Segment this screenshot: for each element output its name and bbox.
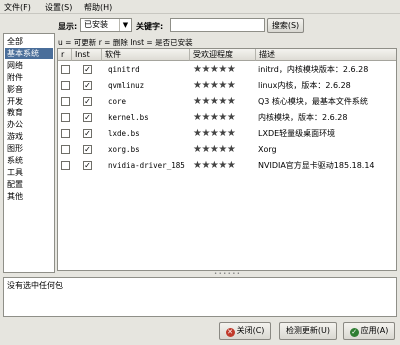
installed-checkbox[interactable]: ✓ (83, 145, 92, 154)
popularity-stars: ★★★★★ (193, 64, 236, 75)
filter-value: 已安装 (84, 20, 108, 29)
table-row[interactable]: ✓ core ★★★★★ Q3 核心模块，最基本文件系统 (58, 94, 396, 109)
installed-checkbox[interactable]: ✓ (83, 161, 92, 170)
category-item[interactable]: 工具 (5, 167, 53, 178)
category-item[interactable]: 系统 (5, 155, 53, 166)
package-description-cell: Q3 核心模块，最基本文件系统 (258, 97, 368, 106)
category-item[interactable]: 开发 (5, 96, 53, 107)
col-header-popularity[interactable]: 受欢迎程度 (190, 49, 256, 61)
popularity-stars: ★★★★★ (193, 128, 236, 139)
apply-icon: ✓ (349, 328, 359, 337)
category-item[interactable]: 影音 (5, 84, 53, 95)
installed-checkbox[interactable]: ✓ (83, 81, 92, 90)
apply-label: 应用(A) (360, 326, 389, 335)
package-name: kernel.bs (108, 113, 149, 122)
category-item[interactable]: 附件 (5, 72, 53, 83)
table-row[interactable]: ✓ qvmlinuz ★★★★★ linux内核，版本：2.6.28 (58, 78, 396, 93)
table-row[interactable]: ✓ kernel.bs ★★★★★ 内核模块，版本：2.6.28 (58, 110, 396, 125)
package-description-cell: Xorg (258, 145, 277, 154)
package-name: qinitrd (108, 65, 140, 74)
category-item[interactable]: 教育 (5, 107, 53, 118)
remove-checkbox[interactable] (61, 97, 70, 106)
remove-checkbox[interactable] (61, 81, 70, 90)
remove-checkbox[interactable] (61, 65, 70, 74)
show-label: 显示: (58, 22, 78, 31)
apply-button[interactable]: ✓ 应用(A) (343, 322, 395, 340)
table-row[interactable]: ✓ lxde.bs ★★★★★ LXDE轻量级桌面环境 (58, 126, 396, 141)
category-item[interactable]: 全部 (5, 36, 53, 47)
table-row[interactable]: ✓ qinitrd ★★★★★ initrd，内核模块版本：2.6.28 (58, 62, 396, 77)
package-name: lxde.bs (108, 129, 140, 138)
legend-text: u = 可更新 r = 删除 Inst = 是否已安装 (58, 38, 193, 47)
package-description-cell: LXDE轻量级桌面环境 (258, 129, 336, 138)
installed-checkbox[interactable]: ✓ (83, 97, 92, 106)
col-header-inst[interactable]: Inst (72, 49, 102, 61)
package-name: qvmlinuz (108, 81, 145, 90)
category-item[interactable]: 网络 (5, 60, 53, 71)
popularity-stars: ★★★★★ (193, 80, 236, 91)
remove-checkbox[interactable] (61, 145, 70, 154)
popularity-stars: ★★★★★ (193, 96, 236, 107)
installed-checkbox[interactable]: ✓ (83, 129, 92, 138)
menu-help[interactable]: 帮助(H) (84, 2, 112, 13)
package-table: r Inst 软件 受欢迎程度 描述 ✓ qinitrd ★★★★★ initrd，内… (57, 48, 397, 271)
table-row[interactable]: ✓ nvidia-driver_185 ★★★★★ NVIDIA官方显卡驱动185.1… (58, 158, 396, 173)
category-list: 全部 基本系统 网络 附件 影音 开发 教育 办公 游戏 图形 系统 工具 配置 其他 (3, 33, 55, 273)
popularity-stars: ★★★★★ (193, 144, 236, 155)
popularity-stars: ★★★★★ (193, 160, 236, 171)
search-button[interactable]: 搜索(S) (267, 18, 304, 33)
package-description-cell: initrd，内核模块版本：2.6.28 (258, 65, 369, 74)
filter-combo[interactable]: 已安装 ▼ (80, 18, 132, 32)
installed-checkbox[interactable]: ✓ (83, 113, 92, 122)
col-header-software[interactable]: 软件 (102, 49, 190, 61)
category-item[interactable]: 办公 (5, 119, 53, 130)
package-description: 没有选中任何包 (3, 277, 397, 317)
check-update-button[interactable]: 检测更新(U) (279, 322, 337, 340)
category-item[interactable]: 基本系统 (5, 47, 53, 59)
close-label: 关闭(C) (236, 326, 265, 335)
remove-checkbox[interactable] (61, 113, 70, 122)
package-name: xorg.bs (108, 145, 140, 154)
menu-settings[interactable]: 设置(S) (45, 2, 72, 13)
menu-file[interactable]: 文件(F) (4, 2, 31, 13)
close-button[interactable]: ✕ 关闭(C) (219, 322, 271, 340)
category-item[interactable]: 配置 (5, 179, 53, 190)
package-description-cell: NVIDIA官方显卡驱动185.18.14 (258, 161, 375, 170)
chevron-down-icon: ▼ (119, 19, 131, 31)
package-name: nvidia-driver_185 (108, 161, 185, 170)
remove-checkbox[interactable] (61, 129, 70, 138)
popularity-stars: ★★★★★ (193, 112, 236, 123)
category-item[interactable]: 图形 (5, 143, 53, 154)
package-name: core (108, 97, 127, 106)
remove-checkbox[interactable] (61, 161, 70, 170)
pane-splitter[interactable]: • • • • • • (57, 272, 397, 277)
close-icon: ✕ (225, 328, 235, 337)
category-item[interactable]: 其他 (5, 191, 53, 202)
table-row[interactable]: ✓ xorg.bs ★★★★★ Xorg (58, 142, 396, 157)
package-description-cell: linux内核，版本：2.6.28 (258, 81, 351, 90)
installed-checkbox[interactable]: ✓ (83, 65, 92, 74)
package-description-cell: 内核模块，版本：2.6.28 (258, 113, 348, 122)
col-header-r[interactable]: r (58, 49, 72, 61)
col-header-description[interactable]: 描述 (256, 49, 396, 61)
category-item[interactable]: 游戏 (5, 131, 53, 142)
menubar: 文件(F) 设置(S) 帮助(H) (0, 0, 400, 14)
search-input[interactable] (170, 18, 265, 32)
keyword-label: 关键字: (136, 22, 164, 31)
